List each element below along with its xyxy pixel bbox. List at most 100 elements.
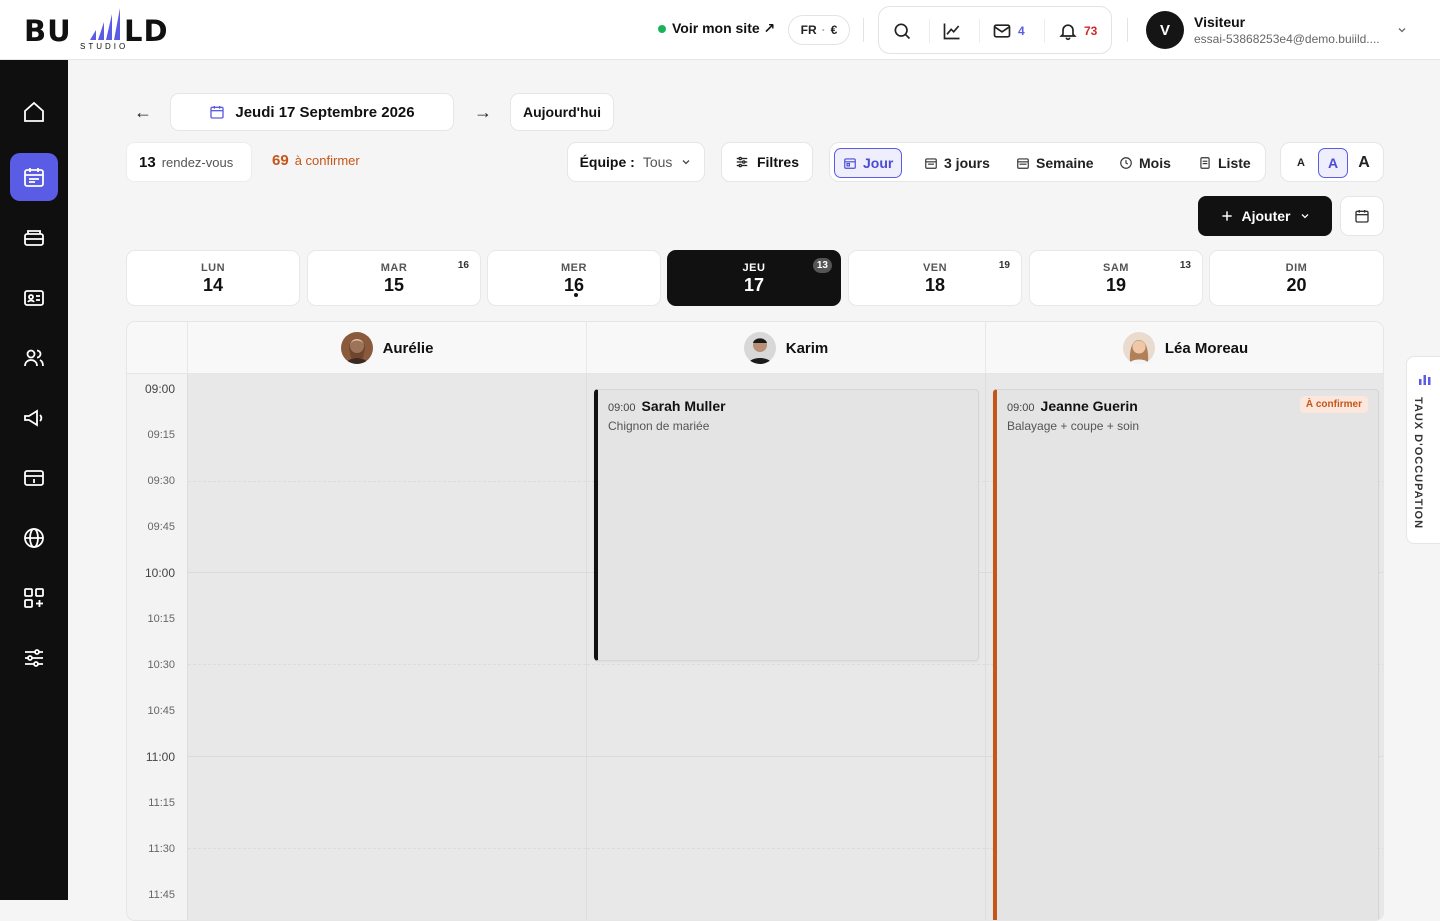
staff-karim[interactable]: Karim [586,322,985,374]
time-label: 11:30 [148,843,175,855]
settings-sliders-icon [25,649,43,667]
staff-aurelie[interactable]: Aurélie [187,322,586,374]
contact-card-icon [24,290,44,306]
clock-icon [1120,157,1132,169]
next-day-button[interactable]: → [474,102,492,123]
sidebar-item-payments[interactable] [10,454,58,502]
chevron-down-icon [1398,28,1406,33]
date-picker-button[interactable]: Jeudi 17 Septembre 2026 [170,93,454,131]
time-label: 10:30 [147,659,175,671]
filters-button[interactable]: Filtres [721,142,813,182]
day-name: VEN [922,262,948,274]
sidebar-item-apps[interactable] [10,574,58,622]
brand-logo[interactable]: BU LD STUDIO [24,8,184,54]
search-button[interactable] [892,20,912,42]
text-size-switcher: A A A [1280,142,1384,182]
sidebar-item-team[interactable] [10,334,58,382]
tab-list[interactable]: Liste [1190,148,1259,178]
sidebar-item-register[interactable] [10,214,58,262]
megaphone-icon [24,409,43,427]
text-size-small[interactable]: A [1286,148,1316,178]
add-button[interactable]: Ajouter [1198,196,1332,236]
day-saturday[interactable]: SAM 19 13 [1029,250,1203,306]
apps-icon [24,588,44,608]
team-label: Équipe : [579,154,635,170]
occupancy-label: TAUX D'OCCUPATION [1412,397,1424,530]
stats-button[interactable] [942,20,962,42]
day-name: SAM [1103,262,1129,274]
day-friday[interactable]: VEN 18 19 [848,250,1022,306]
text-size-medium[interactable]: A [1318,148,1348,178]
bell-icon [1059,24,1077,41]
staff-column-lea-moreau[interactable]: 09:00 Jeanne Guerin Balayage + coupe + so… [985,374,1383,920]
grid-line [188,481,586,482]
home-icon [24,101,44,122]
day-wednesday[interactable]: MER 16 [487,250,661,306]
day-monday[interactable]: LUN 14 [126,250,300,306]
messages-button[interactable]: 4 [992,20,1025,42]
sidebar-item-calendar[interactable] [10,153,58,201]
tab-month[interactable]: Mois [1111,148,1179,178]
day-name: LUN [200,262,226,274]
add-label: Ajouter [1241,208,1291,224]
day-appointment-count: 19 [998,260,1010,271]
sidebar-item-marketing[interactable] [10,394,58,442]
calendar-picker-button[interactable] [1340,196,1384,236]
divider [979,19,980,43]
filter-sliders-icon [736,156,748,168]
previous-day-button[interactable]: ← [134,102,152,123]
language-currency-switch[interactable]: FR · € [788,15,850,45]
grid-line [188,664,586,665]
staff-column-karim[interactable]: 09:00 Sarah Muller Chignon de mariée [586,374,985,920]
sidebar-item-website[interactable] [10,514,58,562]
grid-line [188,756,586,757]
day-name: DIM [1285,262,1308,274]
notification-count: 73 [1084,24,1098,38]
avatar [743,332,776,364]
today-button[interactable]: Aujourd'hui [510,93,614,131]
to-confirm-count[interactable]: 69 à confirmer [272,152,360,169]
time-label: 09:30 [147,475,175,487]
globe-icon [24,528,44,548]
list-icon [1200,157,1210,169]
tab-list-label: Liste [1218,155,1251,171]
sidebar-item-clients[interactable] [10,274,58,322]
day-appointment-count: 16 [457,260,469,271]
view-site-link[interactable]: Voir mon site ↗ [658,20,775,37]
day-sunday[interactable]: DIM 20 [1209,250,1384,306]
status-badge: À confirmer [1299,396,1368,413]
appointments-count-value: 13 [139,153,156,171]
user-name: Visiteur [1194,14,1246,30]
staff-name: Léa Moreau [1164,339,1249,357]
text-size-large[interactable]: A [1349,148,1379,178]
current-date-label: Jeudi 17 Septembre 2026 [235,103,415,121]
sidebar-item-home[interactable] [10,88,58,136]
logo-text-right: LD [124,14,169,48]
calendar-week-icon [1017,158,1029,169]
time-label: 11:00 [145,750,175,764]
appointment-card[interactable]: 09:00 Jeanne Guerin Balayage + coupe + so… [993,389,1379,920]
to-confirm-value: 69 [272,152,289,169]
day-thursday[interactable]: JEU 17 13 [667,250,841,306]
team-select[interactable]: Équipe : Tous [567,142,705,182]
sidebar-item-settings[interactable] [10,634,58,682]
appointment-card[interactable]: 09:00 Sarah Muller Chignon de mariée [594,389,979,661]
time-label: 10:00 [144,566,175,580]
appointments-count-label: rendez-vous [161,154,234,170]
currency-label: € [830,23,838,37]
appointments-count: 13 rendez-vous [126,142,252,182]
tab-day[interactable]: Jour [834,148,903,178]
day-tuesday[interactable]: MAR 15 16 [307,250,481,306]
users-icon [24,349,44,367]
user-menu[interactable]: V Visiteur essai-53868253e4@demo.buiild.… [1146,10,1416,50]
chevron-down-icon [1301,214,1308,219]
tab-3-days[interactable]: 3 jours [916,148,998,178]
day-indicator-dot [574,293,578,297]
staff-column-aurelie[interactable] [187,374,586,920]
grid-line [587,756,985,757]
staff-lea-moreau[interactable]: Léa Moreau [985,322,1383,374]
tab-week[interactable]: Semaine [1008,148,1102,178]
staff-name: Karim [785,339,829,357]
notifications-button[interactable]: 73 [1058,20,1097,42]
occupancy-rate-tab[interactable]: TAUX D'OCCUPATION [1406,356,1440,544]
